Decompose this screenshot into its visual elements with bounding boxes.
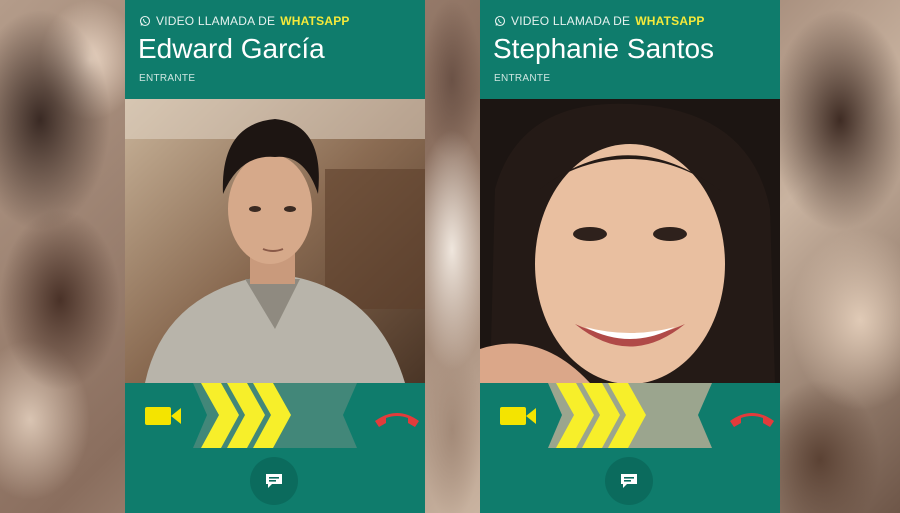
call-status: ENTRANTE (139, 73, 196, 84)
call-header: VIDEO LLAMADA DE WHATSAPP Edward García … (125, 0, 425, 99)
incoming-call-screen-stephanie: VIDEO LLAMADA DE WHATSAPP Stephanie Sant… (480, 0, 780, 513)
call-type-prefix: VIDEO LLAMADA DE (511, 14, 631, 28)
call-type-brand: WHATSAPP (635, 14, 705, 28)
message-icon (266, 474, 282, 488)
caller-name: Edward García (138, 33, 325, 64)
call-footer (125, 448, 425, 513)
call-type-prefix: VIDEO LLAMADA DE (156, 14, 276, 28)
incoming-call-screen-edward: VIDEO LLAMADA DE WHATSAPP Edward García … (125, 0, 425, 513)
call-header: VIDEO LLAMADA DE WHATSAPP Stephanie Sant… (480, 0, 780, 99)
call-footer (480, 448, 780, 513)
call-type-label: VIDEO LLAMADA DE WHATSAPP (139, 14, 350, 28)
whatsapp-icon (139, 15, 151, 27)
caller-name: Stephanie Santos (493, 33, 715, 64)
reply-message-button[interactable] (250, 457, 298, 505)
call-status: ENTRANTE (494, 73, 551, 84)
caller-video-preview (480, 99, 780, 383)
message-icon (621, 474, 637, 488)
call-type-label: VIDEO LLAMADA DE WHATSAPP (494, 14, 705, 28)
call-type-brand: WHATSAPP (280, 14, 350, 28)
reply-message-button[interactable] (605, 457, 653, 505)
whatsapp-icon (494, 15, 506, 27)
call-controls (125, 383, 425, 448)
call-controls (480, 383, 780, 448)
caller-video-preview (125, 99, 425, 383)
